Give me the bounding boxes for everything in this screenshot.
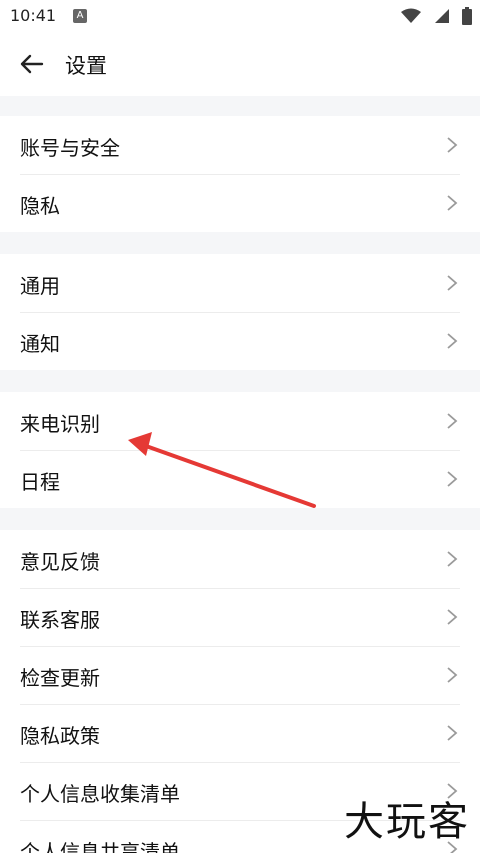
settings-item-privacy-policy[interactable]: 隐私政策	[0, 704, 480, 762]
chevron-right-icon	[447, 275, 458, 291]
settings-group-account: 账号与安全 隐私	[0, 116, 480, 232]
settings-item-label: 通用	[20, 274, 60, 298]
settings-item-label: 意见反馈	[20, 550, 100, 574]
settings-item-label: 账号与安全	[20, 136, 120, 160]
watermark-logo: 大玩客	[344, 799, 470, 845]
chevron-right-icon	[447, 137, 458, 153]
settings-group-caller: 来电识别 日程	[0, 392, 480, 508]
settings-item-caller-id[interactable]: 来电识别	[0, 392, 480, 450]
back-button[interactable]	[16, 48, 48, 80]
arrow-left-icon	[20, 54, 44, 74]
status-icons	[400, 7, 472, 25]
wifi-icon	[401, 8, 421, 23]
settings-item-customer-service[interactable]: 联系客服	[0, 588, 480, 646]
chevron-right-icon	[447, 609, 458, 625]
status-time: 10:41	[10, 6, 57, 25]
settings-group-general: 通用 通知	[0, 254, 480, 370]
settings-item-account-security[interactable]: 账号与安全	[0, 116, 480, 174]
settings-item-label: 联系客服	[20, 608, 100, 632]
settings-item-label: 隐私	[20, 194, 60, 218]
cell-signal-icon	[435, 9, 449, 23]
chevron-right-icon	[447, 413, 458, 429]
chevron-right-icon	[447, 471, 458, 487]
settings-item-label: 来电识别	[20, 412, 100, 436]
chevron-right-icon	[447, 667, 458, 683]
chevron-right-icon	[447, 333, 458, 349]
status-bar: 10:41 A	[0, 0, 480, 32]
settings-item-label: 通知	[20, 332, 60, 356]
chevron-right-icon	[447, 551, 458, 567]
settings-item-privacy[interactable]: 隐私	[0, 174, 480, 232]
app-header: 设置	[0, 32, 480, 96]
settings-item-schedule[interactable]: 日程	[0, 450, 480, 508]
settings-item-label: 个人信息收集清单	[20, 782, 180, 806]
settings-item-label: 日程	[20, 470, 60, 494]
settings-item-label: 个人信息共享清单	[20, 840, 180, 853]
chevron-right-icon	[447, 725, 458, 741]
settings-item-notifications[interactable]: 通知	[0, 312, 480, 370]
settings-item-check-update[interactable]: 检查更新	[0, 646, 480, 704]
chevron-right-icon	[447, 195, 458, 211]
page-title: 设置	[65, 54, 107, 78]
settings-item-general[interactable]: 通用	[0, 254, 480, 312]
settings-item-label: 检查更新	[20, 666, 100, 690]
settings-item-feedback[interactable]: 意见反馈	[0, 530, 480, 588]
settings-item-label: 隐私政策	[20, 724, 100, 748]
battery-icon	[462, 7, 472, 25]
notification-icon: A	[73, 9, 87, 23]
